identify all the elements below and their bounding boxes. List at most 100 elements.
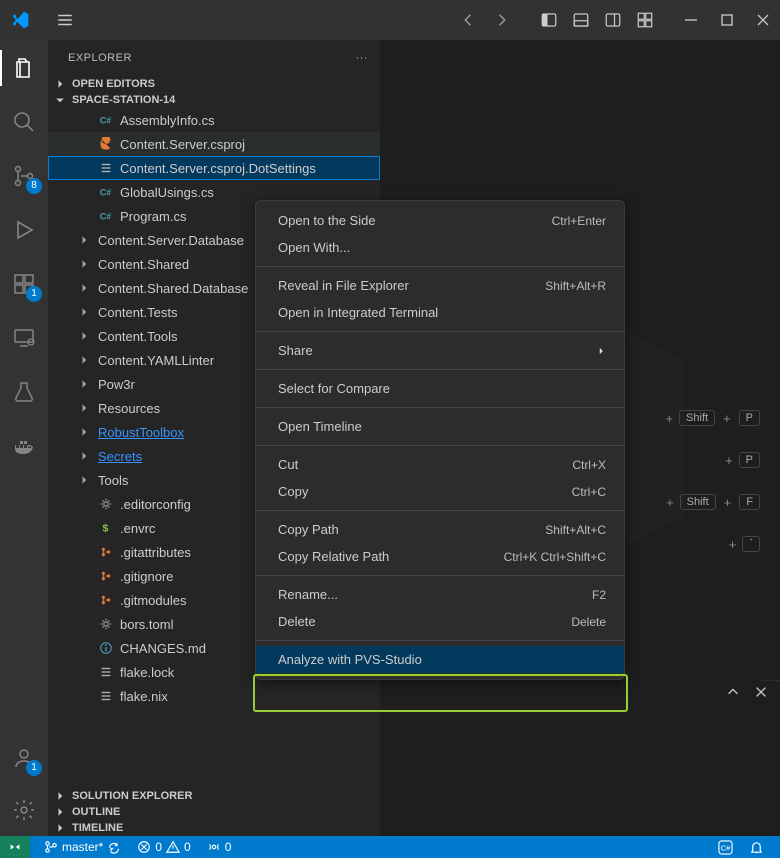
status-branch[interactable]: master* [44,840,121,854]
status-notifications[interactable] [749,840,764,855]
context-menu-item[interactable]: Copy PathShift+Alt+C [256,516,624,543]
activity-source-control[interactable]: 8 [0,156,48,196]
status-csharp-icon[interactable]: C# [718,840,733,855]
activity-accounts[interactable]: 1 [0,738,48,778]
context-menu-shortcut: Delete [571,615,606,629]
context-menu-item[interactable]: CutCtrl+X [256,451,624,478]
file-type-icon [98,665,114,679]
context-menu-separator [256,407,624,408]
sidebar-more-button[interactable]: ··· [356,52,369,64]
context-menu-item[interactable]: Copy Relative PathCtrl+K Ctrl+Shift+C [256,543,624,570]
context-menu-label: Reveal in File Explorer [278,278,409,293]
context-menu-label: Delete [278,614,316,629]
context-menu-item[interactable]: Open Timeline [256,413,624,440]
file-type-icon [98,137,114,151]
file-type-icon: C# [98,209,114,223]
extensions-badge: 1 [26,286,42,302]
section-open-editors[interactable]: OPEN EDITORS [48,76,380,92]
activity-settings[interactable] [0,790,48,830]
tree-item-label: Content.YAMLLinter [98,353,214,368]
nav-back-button[interactable] [460,11,478,29]
context-menu-item[interactable]: Share [256,337,624,364]
panel-close-button[interactable] [754,685,768,699]
layout-sidebar-left-icon[interactable] [540,11,558,29]
tree-item-label: GlobalUsings.cs [120,185,214,200]
vscode-logo-icon [10,10,30,30]
activity-run-debug[interactable] [0,210,48,250]
context-menu-item[interactable]: Open to the SideCtrl+Enter [256,207,624,234]
file-context-menu: Open to the SideCtrl+EnterOpen With... Re… [255,200,625,680]
context-menu-item[interactable]: Open in Integrated Terminal [256,299,624,326]
tree-item-label: Content.Server.csproj [120,137,245,152]
file-type-icon [98,689,114,703]
activity-extensions[interactable]: 1 [0,264,48,304]
activity-testing[interactable] [0,372,48,412]
activity-search[interactable] [0,102,48,142]
section-workspace[interactable]: SPACE-STATION-14 [48,92,380,108]
tree-item-label: Tools [98,473,128,488]
context-menu-label: Open to the Side [278,213,376,228]
chevron-right-icon [78,234,92,246]
chevron-right-icon [78,426,92,438]
context-menu-shortcut: F2 [592,588,606,602]
file-type-icon: C# [98,185,114,199]
window-minimize-button[interactable] [684,13,698,27]
window-maximize-button[interactable] [720,13,734,27]
tree-item-label: bors.toml [120,617,173,632]
tree-file[interactable]: Content.Server.csproj.DotSettings [48,156,380,180]
remote-indicator[interactable] [0,836,30,858]
nav-forward-button[interactable] [492,11,510,29]
context-menu-shortcut: Shift+Alt+R [545,279,606,293]
activity-explorer[interactable] [0,48,48,88]
svg-text:$: $ [103,523,109,535]
window-close-button[interactable] [756,13,770,27]
section-outline[interactable]: OUTLINE [48,804,380,820]
context-menu-separator [256,331,624,332]
context-menu-label: Rename... [278,587,338,602]
accounts-badge: 1 [26,760,42,776]
svg-text:C#: C# [721,843,731,852]
context-menu-item[interactable]: Analyze with PVS-Studio [256,646,624,673]
activity-docker[interactable] [0,426,48,466]
pvs-description: A detailed description of PVS-Studio ext… [760,753,780,836]
tree-file[interactable]: C#AssemblyInfo.cs [48,108,380,132]
file-type-icon: $ [98,521,114,535]
chevron-right-icon [78,450,92,462]
app-menu-button[interactable] [56,11,74,29]
status-problems[interactable]: 0 0 [137,840,190,854]
chevron-right-icon [78,282,92,294]
tree-item-label: .gitignore [120,569,173,584]
context-menu-item[interactable]: Rename... F2 [256,581,624,608]
tree-item-label: RobustToolbox [98,425,184,440]
chevron-right-icon [78,378,92,390]
context-menu-item[interactable]: Select for Compare [256,375,624,402]
tree-file[interactable]: Content.Server.csproj [48,132,380,156]
file-type-icon [98,545,114,559]
tree-item-label: Secrets [98,449,142,464]
context-menu-item[interactable]: CopyCtrl+C [256,478,624,505]
tree-file[interactable]: flake.nix [48,684,380,708]
layout-customize-icon[interactable] [636,11,654,29]
chevron-right-icon [596,346,606,356]
chevron-right-icon [78,354,92,366]
tree-item-label: flake.lock [120,665,174,680]
scm-badge: 8 [26,178,42,194]
status-ports[interactable]: 0 [207,840,232,854]
context-menu-item[interactable]: Open With... [256,234,624,261]
context-menu-label: Copy Relative Path [278,549,389,564]
chevron-right-icon [78,474,92,486]
section-solution-explorer[interactable]: SOLUTION EXPLORER [48,788,380,804]
activity-remote-explorer[interactable] [0,318,48,358]
layout-sidebar-right-icon[interactable] [604,11,622,29]
section-timeline[interactable]: TIMELINE [48,820,380,836]
tree-item-label: Resources [98,401,160,416]
tree-item-label: Content.Server.csproj.DotSettings [120,161,316,176]
file-type-icon [98,161,114,175]
layout-panel-icon[interactable] [572,11,590,29]
tree-item-label: Pow3r [98,377,135,392]
context-menu-separator [256,640,624,641]
tree-item-label: Content.Server.Database [98,233,244,248]
context-menu-item[interactable]: Reveal in File Explorer Shift+Alt+R [256,272,624,299]
panel-maximize-button[interactable] [726,685,740,699]
context-menu-item[interactable]: Delete Delete [256,608,624,635]
